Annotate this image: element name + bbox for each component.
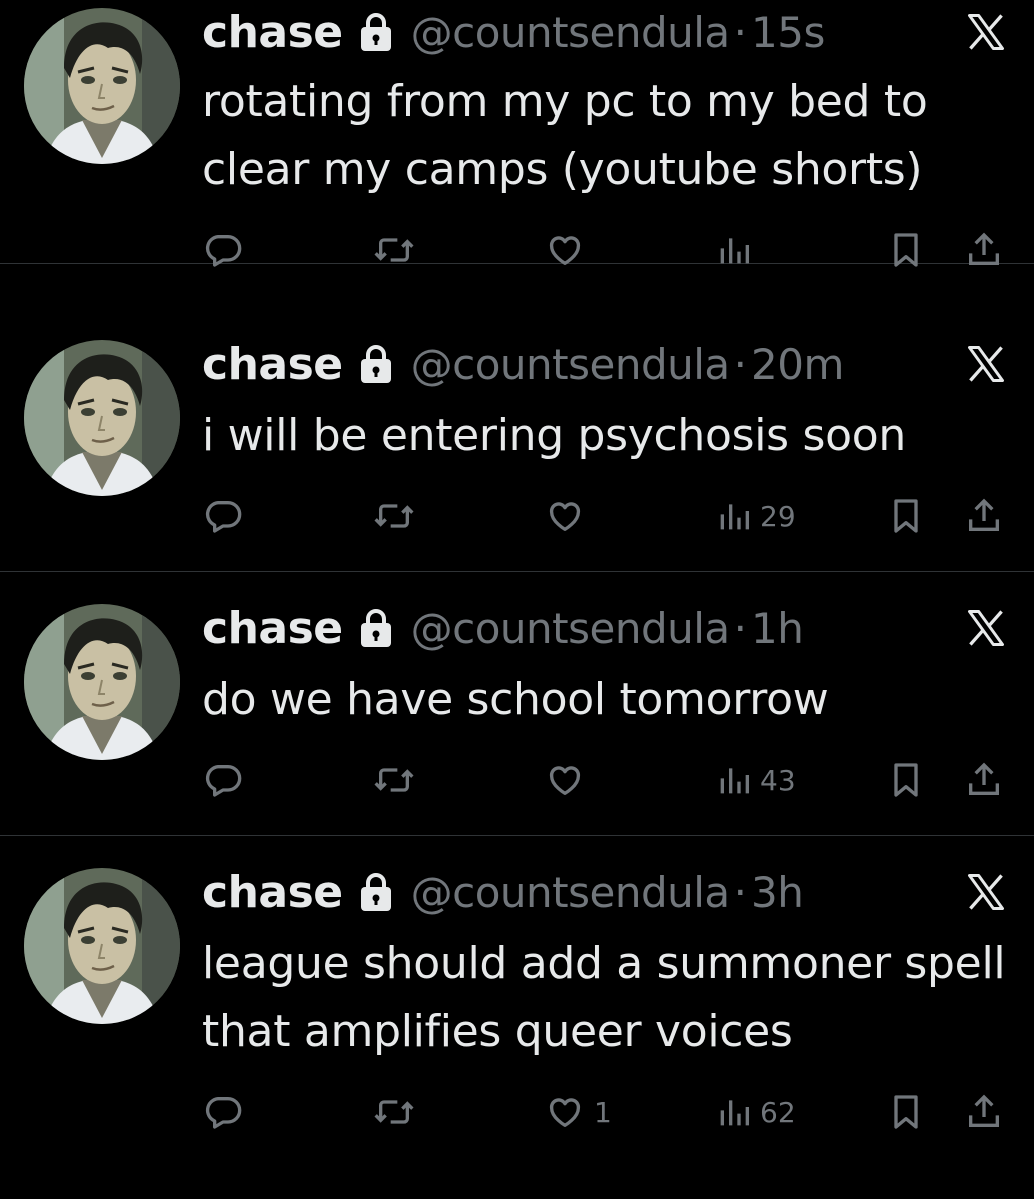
tweet-text: i will be entering psychosis soon [202, 410, 906, 461]
repost-icon [372, 760, 416, 800]
views-icon [716, 496, 752, 536]
tweet[interactable]: chase @countsendula · 15s rotating from … [0, 0, 1034, 267]
view-count: 62 [760, 1095, 796, 1129]
avatar[interactable] [24, 604, 180, 760]
like-icon [544, 1092, 586, 1132]
repost-icon [372, 1092, 416, 1132]
like-button[interactable] [544, 491, 594, 541]
share-icon [964, 496, 1004, 536]
tweet[interactable]: chase @countsendula · 1h do we have scho… [0, 572, 1034, 836]
action-bar: 43 [0, 755, 1034, 805]
share-button[interactable] [964, 225, 1004, 275]
handle[interactable]: @countsendula [411, 8, 731, 57]
bookmark-icon [888, 496, 924, 536]
avatar[interactable] [24, 868, 180, 1024]
x-logo-icon [964, 870, 1008, 914]
separator: · [733, 339, 748, 389]
repost-button[interactable] [372, 1087, 416, 1137]
share-icon [964, 1092, 1004, 1132]
share-icon [964, 760, 1004, 800]
repost-button[interactable] [372, 225, 416, 275]
bookmark-icon [888, 760, 924, 800]
view-count: 29 [760, 499, 796, 533]
separator: · [733, 603, 748, 653]
display-name[interactable]: chase [202, 339, 343, 390]
display-name[interactable]: chase [202, 7, 343, 58]
views-icon [716, 230, 752, 270]
bookmark-icon [888, 1092, 924, 1132]
reply-button[interactable] [203, 491, 243, 541]
action-bar: 1 62 [0, 1087, 1034, 1137]
share-icon [964, 230, 1004, 270]
x-logo-icon [964, 10, 1008, 54]
reply-button[interactable] [203, 755, 243, 805]
repost-icon [372, 496, 416, 536]
share-button[interactable] [964, 755, 1004, 805]
like-icon [544, 230, 586, 270]
separator: · [733, 867, 748, 917]
tweet-header: chase @countsendula · 1h [202, 600, 1002, 656]
tweet-text: rotating from my pc to my bed to clear m… [202, 76, 928, 195]
timestamp[interactable]: 15s [751, 8, 825, 57]
action-bar: 29 [0, 491, 1034, 541]
views-icon [716, 760, 752, 800]
avatar[interactable] [24, 340, 180, 496]
views-button[interactable]: 29 [716, 491, 796, 541]
views-button[interactable]: 43 [716, 755, 796, 805]
lock-icon [359, 608, 393, 648]
tweet-text: league should add a summoner spell that … [202, 938, 1006, 1057]
display-name[interactable]: chase [202, 867, 343, 918]
reply-icon [203, 230, 243, 270]
timestamp[interactable]: 3h [751, 868, 804, 917]
display-name[interactable]: chase [202, 603, 343, 654]
tweet-header: chase @countsendula · 20m [202, 336, 1002, 392]
tweet-header: chase @countsendula · 15s [202, 4, 1002, 60]
lock-icon [359, 344, 393, 384]
like-button[interactable] [544, 225, 594, 275]
view-count: 43 [760, 763, 796, 797]
reply-icon [203, 760, 243, 800]
action-bar [0, 225, 1034, 275]
handle[interactable]: @countsendula [411, 340, 731, 389]
bookmark-button[interactable] [888, 755, 924, 805]
like-icon [544, 760, 586, 800]
handle[interactable]: @countsendula [411, 604, 731, 653]
like-button[interactable] [544, 755, 594, 805]
reply-button[interactable] [203, 1087, 243, 1137]
tweet[interactable]: chase @countsendula · 20m i will be ente… [0, 308, 1034, 572]
reply-button[interactable] [203, 225, 243, 275]
views-button[interactable] [716, 225, 760, 275]
tweet-header: chase @countsendula · 3h [202, 864, 1002, 920]
handle[interactable]: @countsendula [411, 868, 731, 917]
x-logo-icon [964, 342, 1008, 386]
timestamp[interactable]: 1h [751, 604, 804, 653]
bookmark-button[interactable] [888, 225, 924, 275]
share-button[interactable] [964, 1087, 1004, 1137]
bookmark-button[interactable] [888, 1087, 924, 1137]
repost-button[interactable] [372, 755, 416, 805]
like-icon [544, 496, 586, 536]
lock-icon [359, 12, 393, 52]
tweet-text: do we have school tomorrow [202, 674, 829, 725]
timestamp[interactable]: 20m [751, 340, 844, 389]
bookmark-icon [888, 230, 924, 270]
share-button[interactable] [964, 491, 1004, 541]
lock-icon [359, 872, 393, 912]
avatar[interactable] [24, 8, 180, 164]
x-logo-icon [964, 606, 1008, 650]
tweet[interactable]: chase @countsendula · 3h league should a… [0, 836, 1034, 1199]
separator: · [733, 7, 748, 57]
reply-icon [203, 496, 243, 536]
repost-button[interactable] [372, 491, 416, 541]
reply-icon [203, 1092, 243, 1132]
views-icon [716, 1092, 752, 1132]
repost-icon [372, 230, 416, 270]
bookmark-button[interactable] [888, 491, 924, 541]
like-count: 1 [594, 1095, 612, 1129]
views-button[interactable]: 62 [716, 1087, 796, 1137]
like-button[interactable]: 1 [544, 1087, 612, 1137]
